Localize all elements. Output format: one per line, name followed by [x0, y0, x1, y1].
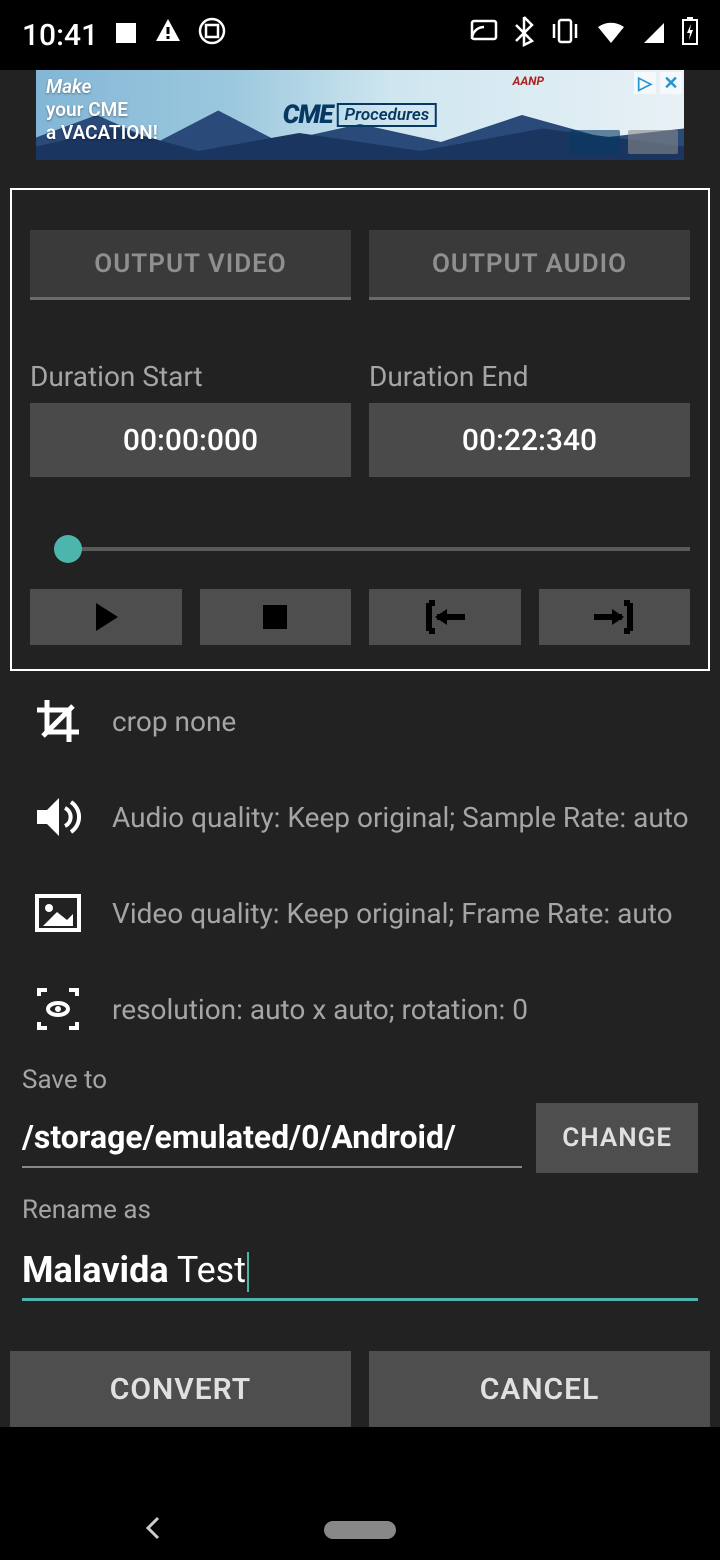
slider-thumb[interactable] [54, 535, 82, 563]
convert-button[interactable]: CONVERT [10, 1351, 351, 1427]
status-bar: 10:41 [0, 0, 720, 70]
duration-end-value[interactable]: 00:22:340 [369, 403, 690, 477]
option-video-text: Video quality: Keep original; Frame Rate… [112, 897, 673, 930]
option-audio-quality[interactable]: Audio quality: Keep original; Sample Rat… [10, 769, 710, 865]
vibrate-icon [550, 16, 580, 54]
volume-icon [30, 792, 86, 842]
preview-panel: OUTPUT VIDEO OUTPUT AUDIO Duration Start… [10, 188, 710, 671]
save-to-label: Save to [22, 1065, 698, 1095]
battery-charging-icon [682, 17, 698, 53]
ad-line3: a VACATION! [46, 121, 158, 144]
square-icon [114, 18, 138, 53]
image-icon [30, 888, 86, 938]
nav-home-pill[interactable] [324, 1521, 396, 1539]
nav-back-icon[interactable] [142, 1514, 164, 1546]
cancel-button[interactable]: CANCEL [369, 1351, 710, 1427]
option-crop[interactable]: crop none [10, 673, 710, 769]
rename-label: Rename as [22, 1195, 698, 1225]
warning-icon [154, 17, 182, 53]
ad-badge [570, 130, 620, 154]
stop-button[interactable] [200, 589, 352, 645]
ad-banner[interactable]: Make your CME a VACATION! CME Procedures… [36, 70, 684, 160]
change-button[interactable]: CHANGE [536, 1103, 698, 1173]
duration-start-label: Duration Start [30, 360, 351, 393]
ad-aanp: AANP [513, 74, 544, 88]
option-resolution[interactable]: resolution: auto x auto; rotation: 0 [10, 961, 710, 1057]
option-video-quality[interactable]: Video quality: Keep original; Frame Rate… [10, 865, 710, 961]
ad-brand-2: Procedures [337, 103, 438, 127]
mark-end-icon [590, 599, 638, 635]
text-caret [247, 1252, 249, 1292]
ad-brand-1: CME [283, 100, 333, 130]
screenshot-icon [198, 17, 226, 53]
clock: 10:41 [22, 18, 98, 53]
nav-bar [0, 1500, 720, 1560]
ad-info-icon[interactable]: ▷ [634, 72, 656, 94]
resolution-icon [30, 984, 86, 1034]
save-path-field[interactable]: /storage/emulated/0/Android/ [22, 1108, 522, 1168]
ad-line1: Make [46, 75, 91, 98]
signal-icon [642, 18, 666, 53]
duration-end-label: Duration End [369, 360, 690, 393]
mark-start-icon [421, 599, 469, 635]
mark-start-button[interactable] [369, 589, 521, 645]
cast-icon [470, 17, 498, 53]
play-icon [92, 601, 120, 633]
option-resolution-text: resolution: auto x auto; rotation: 0 [112, 993, 528, 1026]
rename-input[interactable]: Malavida Test [22, 1239, 698, 1301]
option-audio-text: Audio quality: Keep original; Sample Rat… [112, 801, 689, 834]
ad-badge [628, 130, 678, 154]
ad-close-icon[interactable]: ✕ [660, 72, 682, 94]
rename-text-bold: Malavida [22, 1249, 169, 1291]
stop-icon [261, 603, 289, 631]
bluetooth-icon [514, 15, 534, 55]
rename-text-rest: Test [169, 1249, 246, 1291]
wifi-icon [596, 18, 626, 53]
tab-output-video[interactable]: OUTPUT VIDEO [30, 230, 351, 300]
duration-start-value[interactable]: 00:00:000 [30, 403, 351, 477]
tab-output-audio[interactable]: OUTPUT AUDIO [369, 230, 690, 300]
ad-line2: your CME [46, 98, 128, 121]
mark-end-button[interactable] [539, 589, 691, 645]
crop-icon [30, 696, 86, 746]
option-crop-text: crop none [112, 705, 236, 738]
seek-slider[interactable] [30, 537, 690, 561]
play-button[interactable] [30, 589, 182, 645]
